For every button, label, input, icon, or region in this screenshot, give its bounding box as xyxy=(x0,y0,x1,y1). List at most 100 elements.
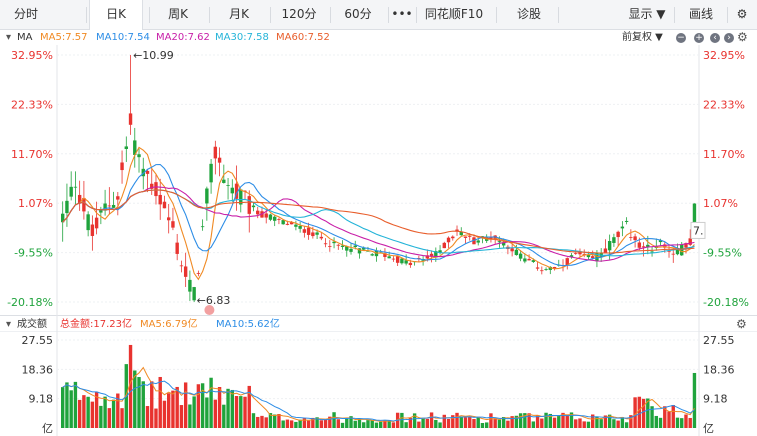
tab-120min[interactable]: 120分 xyxy=(273,0,325,29)
volume-bar xyxy=(99,405,103,428)
candle-body xyxy=(429,253,434,257)
candle-body xyxy=(485,236,489,241)
candle-body xyxy=(468,235,472,237)
adjust-select[interactable]: 前复权 ▼ xyxy=(622,30,663,45)
candle-body xyxy=(675,249,680,255)
price-tick-left: 32.95% xyxy=(11,49,53,62)
candle-body xyxy=(501,242,506,246)
volume-bar xyxy=(425,418,430,428)
scroll-left-icon[interactable]: ‹ xyxy=(710,33,720,43)
tab-daily-k[interactable]: 日K xyxy=(89,0,143,30)
volume-bar xyxy=(357,418,362,428)
candle-body xyxy=(294,224,298,227)
volume-bar xyxy=(468,416,472,428)
candle-body xyxy=(595,252,599,262)
volume-bar xyxy=(171,390,175,428)
volume-bar xyxy=(116,393,120,428)
volume-bar xyxy=(196,384,201,428)
candle-body xyxy=(370,254,374,256)
candle-body xyxy=(192,287,196,301)
volume-bar xyxy=(239,396,243,428)
chart-settings-gear-icon[interactable]: ⚙ xyxy=(737,30,748,44)
volume-bar xyxy=(374,422,379,428)
volume-bar xyxy=(535,415,540,428)
candle-body xyxy=(438,250,442,253)
volume-bar xyxy=(61,387,65,428)
volume-bar xyxy=(103,396,107,428)
candle-body xyxy=(268,214,273,220)
candle-body xyxy=(222,179,226,183)
candle-body xyxy=(162,201,167,209)
legend-collapse-icon[interactable]: ▾ xyxy=(6,30,11,45)
scroll-right-icon[interactable]: › xyxy=(724,33,734,43)
volume-bar xyxy=(408,417,413,428)
volume-bar xyxy=(205,397,209,428)
volume-bar xyxy=(480,423,485,428)
candle-body xyxy=(680,244,684,256)
volume-bar xyxy=(463,417,468,428)
candle-body xyxy=(141,168,145,177)
tab-60min[interactable]: 60分 xyxy=(332,0,384,29)
draw-line-button[interactable]: 画线 xyxy=(678,0,724,29)
candle-body xyxy=(667,250,671,252)
volume-bar xyxy=(192,396,196,428)
volume-bar xyxy=(158,376,162,428)
settings-gear-icon[interactable]: ⚙ xyxy=(731,0,753,29)
volume-bar xyxy=(688,417,692,428)
candle-body xyxy=(434,251,438,258)
volume-bar xyxy=(561,412,565,428)
candle-body xyxy=(65,200,69,214)
volume-bar xyxy=(582,421,586,428)
candle-body xyxy=(404,260,408,264)
candle-body xyxy=(387,256,391,259)
candle-body xyxy=(340,245,345,247)
tab-intraday[interactable]: 分时 xyxy=(0,0,52,29)
tab-weekly-k[interactable]: 周K xyxy=(152,0,204,29)
volume-tick-left: 9.18 xyxy=(29,393,54,406)
volume-bar xyxy=(124,364,128,428)
tab-f10[interactable]: 同花顺F10 xyxy=(418,0,490,29)
last-price-label: 7. xyxy=(693,224,704,237)
price-tick-left: 22.33% xyxy=(11,98,53,111)
tab-diagnose[interactable]: 诊股 xyxy=(503,0,555,29)
volume-settings-gear-icon[interactable]: ⚙ xyxy=(736,316,747,333)
candle-body xyxy=(671,253,675,255)
price-tick-right: 1.07% xyxy=(703,197,738,210)
more-periods-button[interactable]: ••• xyxy=(388,0,416,29)
candle-body xyxy=(251,205,256,208)
volume-bar xyxy=(629,415,633,428)
zoom-out-icon[interactable]: − xyxy=(676,33,686,43)
candle-body xyxy=(150,183,154,189)
volume-bar xyxy=(552,417,557,428)
candle-body xyxy=(277,219,281,220)
volume-bar xyxy=(654,415,658,428)
volume-bar xyxy=(518,413,523,428)
candle-body xyxy=(86,214,90,231)
tab-monthly-k[interactable]: 月K xyxy=(213,0,265,29)
volume-bar xyxy=(459,416,463,428)
volume-bar xyxy=(298,419,302,428)
volume-bar xyxy=(188,404,192,428)
zoom-in-icon[interactable]: + xyxy=(694,33,704,43)
display-menu-button[interactable]: 显示 ▼ xyxy=(624,0,670,29)
candle-body xyxy=(493,235,497,240)
volume-bar xyxy=(251,413,256,428)
candle-body xyxy=(179,265,184,267)
volume-bar xyxy=(675,417,680,428)
volume-bar xyxy=(395,412,400,428)
candle-body xyxy=(183,266,188,277)
volume-bar xyxy=(417,421,421,428)
candle-body xyxy=(391,258,396,260)
candle-body xyxy=(574,253,578,254)
volume-bar xyxy=(302,418,307,428)
volume-collapse-icon[interactable]: ▾ xyxy=(6,316,11,333)
candle-body xyxy=(69,186,73,197)
volume-bar xyxy=(209,377,213,428)
candle-body xyxy=(239,189,243,205)
volume-bar xyxy=(340,422,345,428)
candle-body xyxy=(120,162,124,171)
volume-bar xyxy=(404,422,408,428)
volume-bar xyxy=(667,411,671,428)
candle-body xyxy=(345,246,349,251)
candle-body xyxy=(442,242,446,249)
